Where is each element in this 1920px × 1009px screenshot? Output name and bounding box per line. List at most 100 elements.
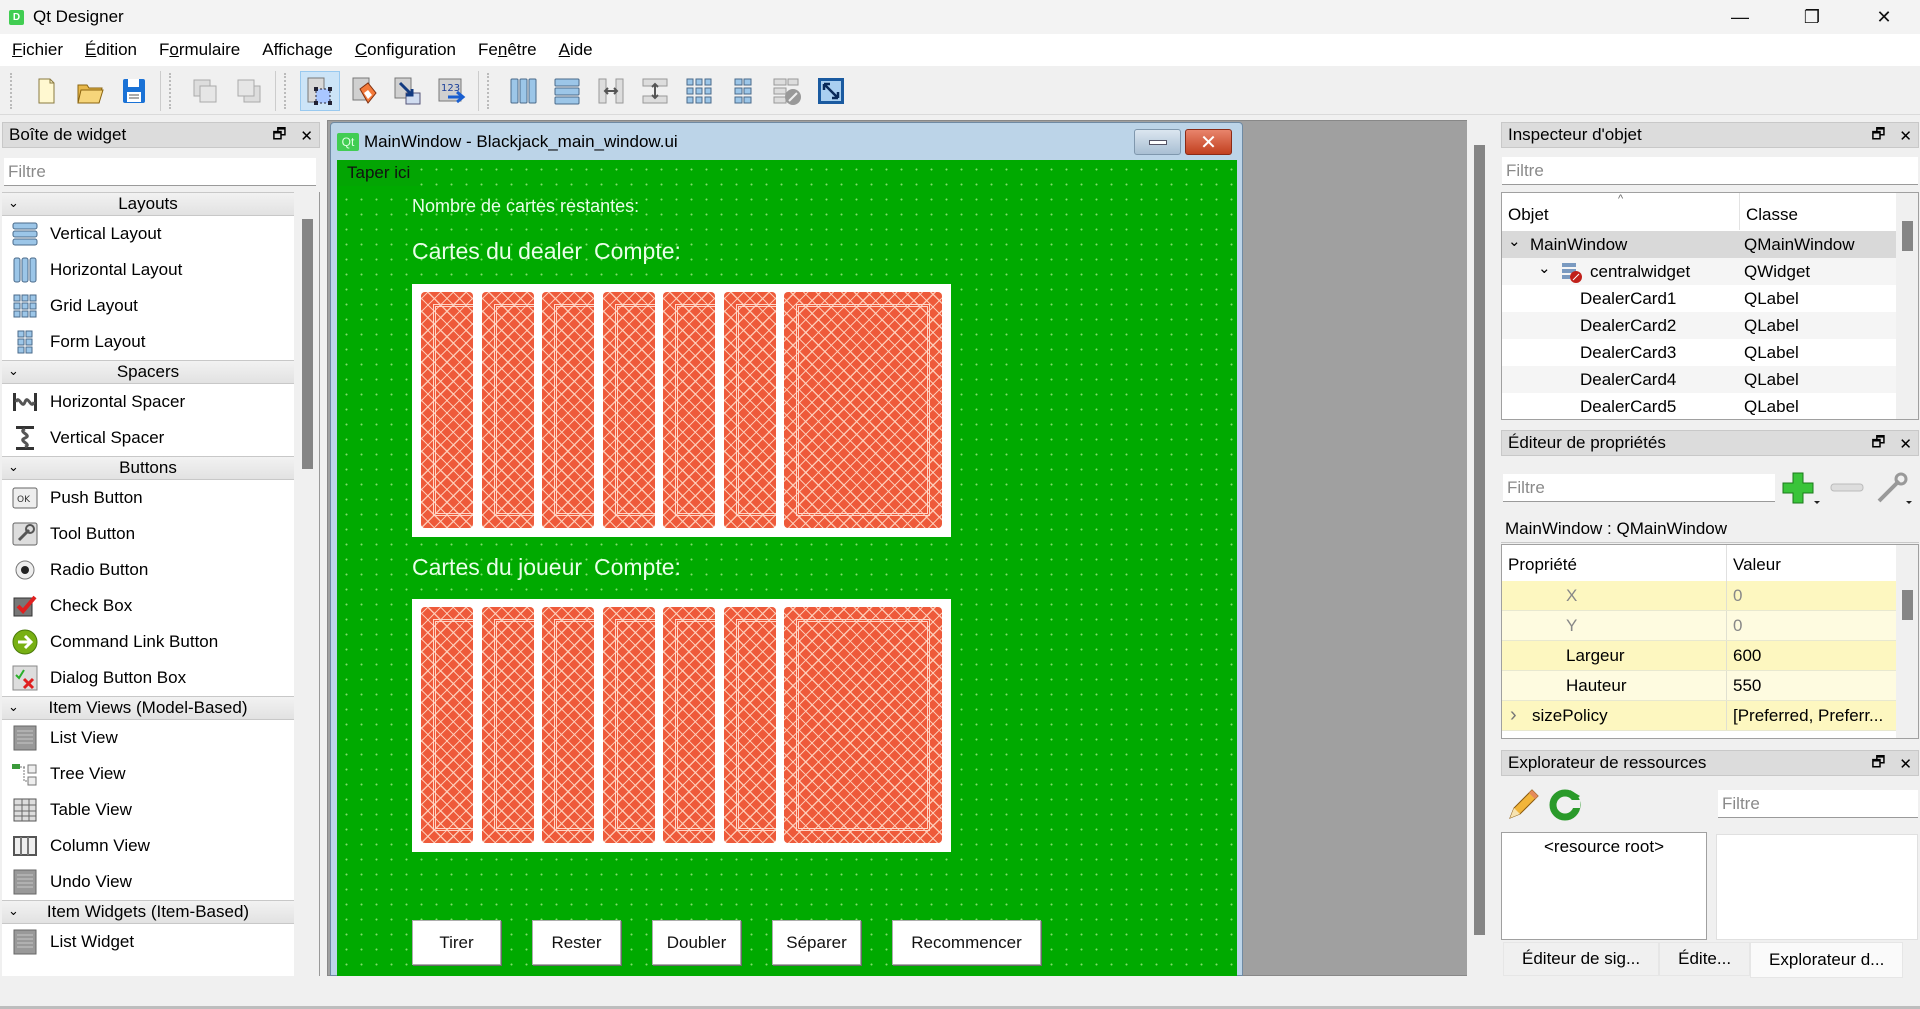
scrollbar-thumb[interactable] bbox=[1902, 221, 1913, 251]
close-dock-icon[interactable]: ✕ bbox=[1899, 435, 1912, 453]
scrollbar-thumb[interactable] bbox=[1474, 145, 1485, 935]
float-dock-icon[interactable]: 🗗 bbox=[1871, 124, 1885, 149]
dealer-cards-row[interactable] bbox=[412, 284, 951, 537]
property-value[interactable]: 0 bbox=[1727, 611, 1897, 640]
form-close-button[interactable]: ✕ bbox=[1185, 129, 1232, 155]
player-card-4[interactable] bbox=[602, 607, 655, 843]
player-card-6[interactable] bbox=[723, 607, 776, 843]
add-dynamic-property-icon[interactable] bbox=[1781, 471, 1821, 505]
menu-aide[interactable]: Aide bbox=[551, 40, 603, 60]
new-file-button[interactable] bbox=[26, 71, 66, 111]
object-tree-row[interactable]: ⌄ MainWindow QMainWindow bbox=[1502, 231, 1918, 258]
player-card-5[interactable] bbox=[663, 607, 715, 843]
dealer-card-1[interactable] bbox=[421, 292, 473, 528]
dealer-card-3[interactable] bbox=[542, 292, 594, 528]
lay-out-horizontally-button[interactable] bbox=[503, 71, 543, 111]
widget-category-item-widgets-item-based[interactable]: ⌄ Item Widgets (Item-Based) bbox=[2, 900, 294, 924]
lay-out-form-button[interactable] bbox=[723, 71, 763, 111]
toolbar-handle[interactable] bbox=[487, 72, 493, 109]
draw-button[interactable]: Tirer bbox=[412, 920, 501, 965]
property-value[interactable]: 550 bbox=[1727, 671, 1897, 700]
column-header-property[interactable]: Propriété bbox=[1502, 545, 1727, 581]
widget-item-undo-view[interactable]: Undo View bbox=[2, 864, 294, 900]
widget-item-radio-button[interactable]: Radio Button bbox=[2, 552, 294, 588]
float-dock-icon[interactable]: 🗗 bbox=[272, 124, 286, 149]
lay-out-horizontal-splitter-button[interactable] bbox=[591, 71, 631, 111]
dealer-card-4[interactable] bbox=[602, 292, 655, 528]
object-tree-row[interactable]: ⌄ centralwidget QWidget bbox=[1502, 258, 1918, 285]
resource-root-item[interactable]: <resource root> bbox=[1502, 837, 1706, 857]
mdi-vertical-scrollbar[interactable] bbox=[1467, 120, 1493, 976]
edit-widgets-button[interactable] bbox=[300, 70, 340, 111]
widget-box-filter-input[interactable] bbox=[4, 158, 316, 186]
widget-item-grid-layout[interactable]: Grid Layout bbox=[2, 288, 294, 324]
widget-box-scrollbar[interactable] bbox=[296, 192, 320, 976]
restart-button[interactable]: Recommencer bbox=[892, 920, 1041, 965]
player-card-3[interactable] bbox=[542, 607, 594, 843]
menu-placeholder[interactable]: Taper ici bbox=[337, 160, 421, 186]
menu-affichage[interactable]: Affichage bbox=[254, 40, 343, 60]
widget-item-tree-view[interactable]: Tree View bbox=[2, 756, 294, 792]
widget-item-form-layout[interactable]: Form Layout bbox=[2, 324, 294, 360]
lay-out-vertical-splitter-button[interactable] bbox=[635, 71, 675, 111]
expand-chevron-icon[interactable]: › bbox=[1510, 704, 1532, 727]
property-row-sizepolicy[interactable]: › sizePolicy [Preferred, Preferr... bbox=[1502, 701, 1918, 731]
remove-dynamic-property-icon[interactable] bbox=[1827, 471, 1867, 505]
widget-item-table-view[interactable]: Table View bbox=[2, 792, 294, 828]
close-dock-icon[interactable]: ✕ bbox=[1899, 127, 1912, 145]
menu-fenetre[interactable]: Fenêtre bbox=[470, 40, 547, 60]
widget-item-vertical-spacer[interactable]: Vertical Spacer bbox=[2, 420, 294, 456]
tab-signal-slot-editor[interactable]: Éditeur de sig... bbox=[1503, 942, 1660, 976]
widget-item-push-button[interactable]: OK Push Button bbox=[2, 480, 294, 516]
property-filter-input[interactable] bbox=[1503, 474, 1775, 502]
adjust-size-button[interactable] bbox=[811, 71, 851, 111]
minimize-button[interactable]: — bbox=[1704, 0, 1776, 34]
property-row-x[interactable]: X0 bbox=[1502, 581, 1918, 611]
menu-formulaire[interactable]: Formulaire bbox=[151, 40, 250, 60]
object-tree-row[interactable]: DealerCard2 QLabel bbox=[1502, 312, 1918, 339]
save-file-button[interactable] bbox=[114, 71, 154, 111]
object-tree-row[interactable]: DealerCard5 QLabel bbox=[1502, 393, 1918, 419]
property-value[interactable]: 600 bbox=[1727, 641, 1897, 670]
close-dock-icon[interactable]: ✕ bbox=[1899, 755, 1912, 773]
object-tree-row[interactable]: DealerCard4 QLabel bbox=[1502, 366, 1918, 393]
menu-configuration[interactable]: Configuration bbox=[347, 40, 466, 60]
close-dock-icon[interactable]: ✕ bbox=[300, 127, 313, 145]
double-button[interactable]: Doubler bbox=[652, 920, 741, 965]
remaining-cards-label[interactable]: Nombre de cartes restantes: bbox=[412, 196, 639, 217]
property-row-largeur[interactable]: Largeur 600 bbox=[1502, 641, 1918, 671]
dealer-card-5[interactable] bbox=[663, 292, 715, 528]
widget-item-column-view[interactable]: Column View bbox=[2, 828, 294, 864]
widget-item-list-widget[interactable]: List Widget bbox=[2, 924, 294, 960]
property-row-y[interactable]: Y0 bbox=[1502, 611, 1918, 641]
widget-item-dialog-button-box[interactable]: Dialog Button Box bbox=[2, 660, 294, 696]
resource-filter-input[interactable] bbox=[1718, 790, 1918, 818]
split-button[interactable]: Séparer bbox=[772, 920, 861, 965]
widget-item-horizontal-spacer[interactable]: Horizontal Spacer bbox=[2, 384, 294, 420]
restore-button[interactable]: ❐ bbox=[1776, 0, 1848, 34]
form-minimize-button[interactable] bbox=[1134, 129, 1181, 155]
dealer-card-7[interactable] bbox=[784, 292, 942, 528]
widget-category-buttons[interactable]: ⌄ Buttons bbox=[2, 456, 294, 480]
widget-item-vertical-layout[interactable]: Vertical Layout bbox=[2, 216, 294, 252]
player-cards-label[interactable]: Cartes du joueur bbox=[412, 554, 582, 581]
dealer-card-2[interactable] bbox=[481, 292, 534, 528]
player-card-1[interactable] bbox=[421, 607, 473, 843]
reload-icon[interactable] bbox=[1548, 788, 1582, 822]
break-layout-button[interactable] bbox=[767, 71, 807, 111]
toolbar-handle[interactable] bbox=[284, 72, 290, 109]
expand-chevron-icon[interactable]: ⌄ bbox=[1508, 232, 1530, 250]
widget-item-command-link[interactable]: Command Link Button bbox=[2, 624, 294, 660]
edit-tab-order-button[interactable]: 123 bbox=[432, 71, 472, 111]
float-dock-icon[interactable]: 🗗 bbox=[1871, 432, 1885, 457]
widget-item-check-box[interactable]: Check Box bbox=[2, 588, 294, 624]
form-canvas[interactable]: Taper ici Nombre de cartes restantes: Ca… bbox=[337, 160, 1237, 976]
property-table-scrollbar[interactable] bbox=[1896, 545, 1918, 738]
widget-category-spacers[interactable]: ⌄ Spacers bbox=[2, 360, 294, 384]
player-card-7[interactable] bbox=[784, 607, 942, 843]
widget-item-tool-button[interactable]: Tool Button bbox=[2, 516, 294, 552]
lay-out-vertically-button[interactable] bbox=[547, 71, 587, 111]
menu-edition[interactable]: Édition bbox=[77, 40, 147, 60]
player-cards-row[interactable] bbox=[412, 599, 951, 852]
dealer-card-6[interactable] bbox=[723, 292, 776, 528]
